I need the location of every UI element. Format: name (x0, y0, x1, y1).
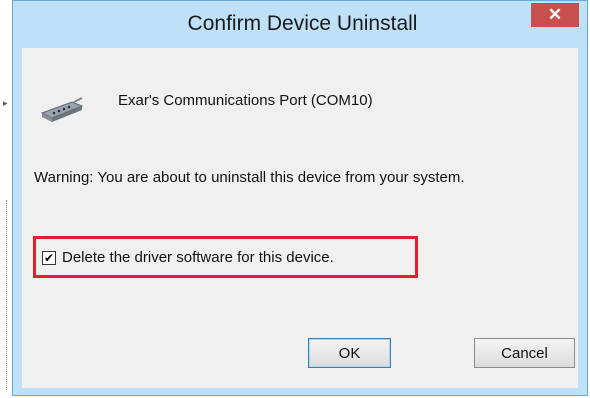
delete-driver-label[interactable]: Delete the driver software for this devi… (62, 249, 334, 266)
dialog-title: Confirm Device Uninstall (187, 12, 418, 35)
dialog-body: Exar's Communications Port (COM10) Warni… (22, 48, 578, 388)
tree-guide-line (6, 200, 8, 390)
cancel-button[interactable]: Cancel (474, 338, 575, 368)
confirm-uninstall-dialog: Confirm Device Uninstall ✕ Exar's Commun… (12, 0, 588, 396)
tree-expand-arrow-icon: ▸ (3, 98, 8, 108)
device-name: Exar's Communications Port (COM10) (118, 92, 373, 109)
delete-driver-checkbox[interactable]: ✔ (42, 250, 56, 265)
delete-driver-option[interactable]: ✔ Delete the driver software for this de… (42, 249, 334, 266)
serial-port-icon (40, 97, 84, 122)
title-bar[interactable]: Confirm Device Uninstall ✕ (13, 1, 587, 48)
ok-button[interactable]: OK (308, 338, 391, 368)
warning-text: Warning: You are about to uninstall this… (34, 169, 465, 186)
close-button[interactable]: ✕ (531, 3, 579, 27)
